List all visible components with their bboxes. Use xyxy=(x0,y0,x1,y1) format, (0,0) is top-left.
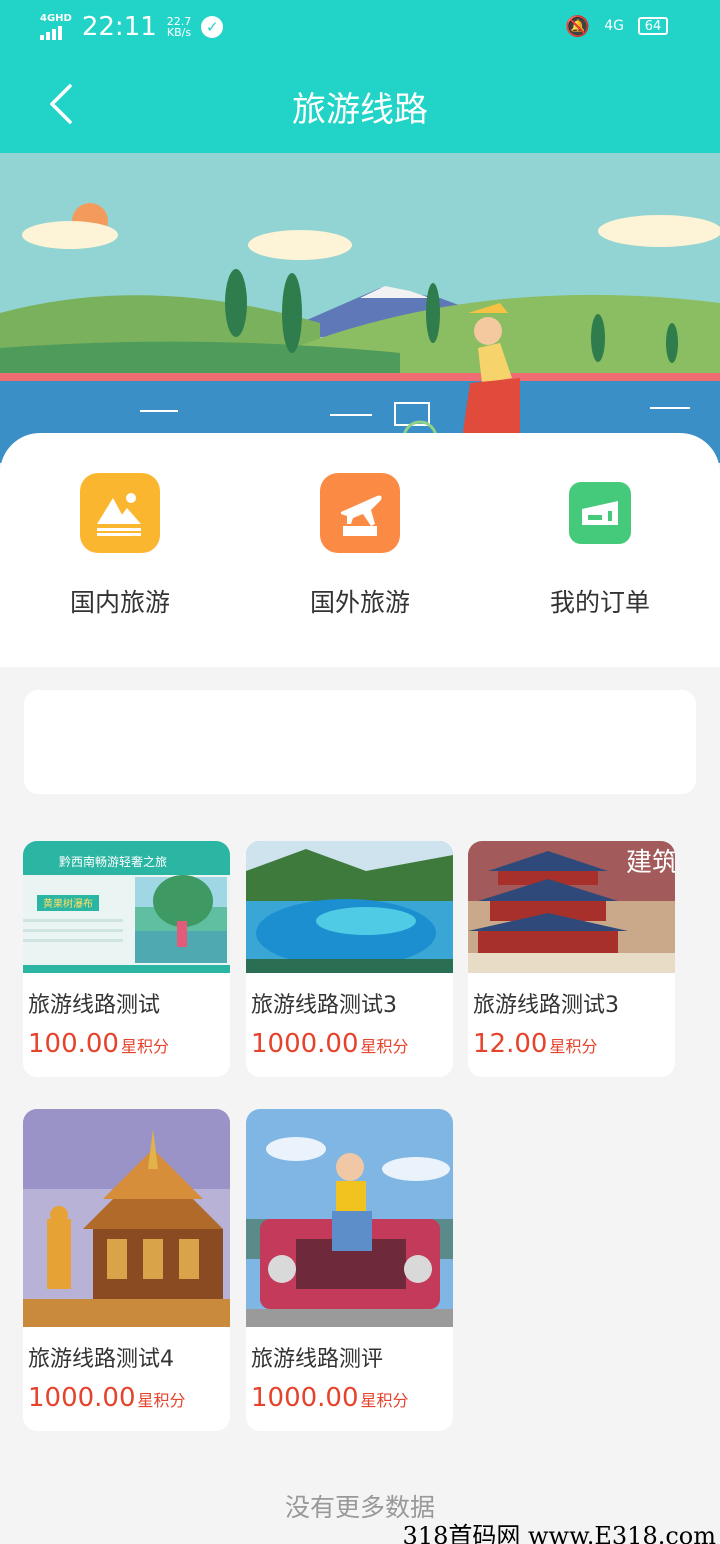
product-image xyxy=(246,841,453,973)
category-label: 国外旅游 xyxy=(309,588,410,617)
banner-image[interactable] xyxy=(0,153,720,463)
product-price: 1000.00 星积分 xyxy=(251,1383,409,1413)
ticket-icon xyxy=(560,473,640,553)
notice-box xyxy=(24,690,696,794)
product-price: 1000.00 星积分 xyxy=(251,1029,409,1059)
svg-text:黄果树瀑布: 黄果树瀑布 xyxy=(43,897,93,910)
product-card[interactable]: 黔西南畅游轻奢之旅 黄果树瀑布 旅游线路测试 100.00 星积分 xyxy=(23,841,230,1077)
product-card[interactable]: 旅游线路测评 1000.00 星积分 xyxy=(246,1109,453,1431)
product-price: 1000.00 星积分 xyxy=(28,1383,186,1413)
check-circle-icon: ✓ xyxy=(201,16,224,38)
network-type: 4GHD xyxy=(40,13,72,24)
category-label: 国内旅游 xyxy=(69,588,170,617)
network-speed: 22.7 KB/s xyxy=(166,15,192,39)
svg-text:黔西南畅游轻奢之旅: 黔西南畅游轻奢之旅 xyxy=(59,854,167,869)
product-price: 100.00 星积分 xyxy=(28,1029,169,1059)
product-card[interactable]: 建筑之美 旅游线路测试3 12.00星积分 xyxy=(468,841,675,1077)
product-name: 旅游线路测试4 xyxy=(28,1347,174,1372)
category-label: 我的订单 xyxy=(549,588,650,617)
signal-indicator: 4GHD xyxy=(40,14,72,40)
product-image xyxy=(23,1109,230,1327)
product-image xyxy=(246,1109,453,1327)
category-domestic-travel[interactable]: 国内旅游 xyxy=(20,473,220,619)
product-card[interactable]: 旅游线路测试3 1000.00 星积分 xyxy=(246,841,453,1077)
status-bar: 4GHD 22:11 22.7 KB/s ✓ 🔕 4G 64 xyxy=(0,0,720,56)
network-type-right: 4G xyxy=(604,18,624,34)
signal-bars-icon xyxy=(40,26,72,40)
category-my-orders[interactable]: 我的订单 xyxy=(500,473,700,619)
airplane-icon xyxy=(320,473,400,553)
watermark-text: 318首码网 www.E318.com xyxy=(402,1522,716,1544)
page-title: 旅游线路 xyxy=(292,90,428,130)
clock: 22:11 xyxy=(81,12,157,42)
svg-text:建筑之美: 建筑之美 xyxy=(626,848,675,877)
product-card[interactable]: 旅游线路测试4 1000.00 星积分 xyxy=(23,1109,230,1431)
category-panel: 国内旅游 国外旅游 我的订单 xyxy=(0,433,720,667)
product-price: 12.00 星积分 xyxy=(473,1029,598,1059)
product-name: 旅游线路测试3 xyxy=(473,993,619,1018)
product-name: 旅游线路测评 xyxy=(251,1347,384,1372)
product-image: 建筑之美 xyxy=(468,841,675,973)
category-international-travel[interactable]: 国外旅游 xyxy=(260,473,460,619)
battery-icon: 64 xyxy=(638,17,668,35)
bell-off-icon: 🔕 xyxy=(565,14,591,38)
product-image: 黔西南畅游轻奢之旅 黄果树瀑布 xyxy=(23,841,230,973)
mountain-icon xyxy=(80,473,160,553)
top-nav-bar: 旅游线路 xyxy=(0,56,720,153)
product-name: 旅游线路测试 xyxy=(28,993,161,1018)
product-name: 旅游线路测试3 xyxy=(251,993,397,1018)
